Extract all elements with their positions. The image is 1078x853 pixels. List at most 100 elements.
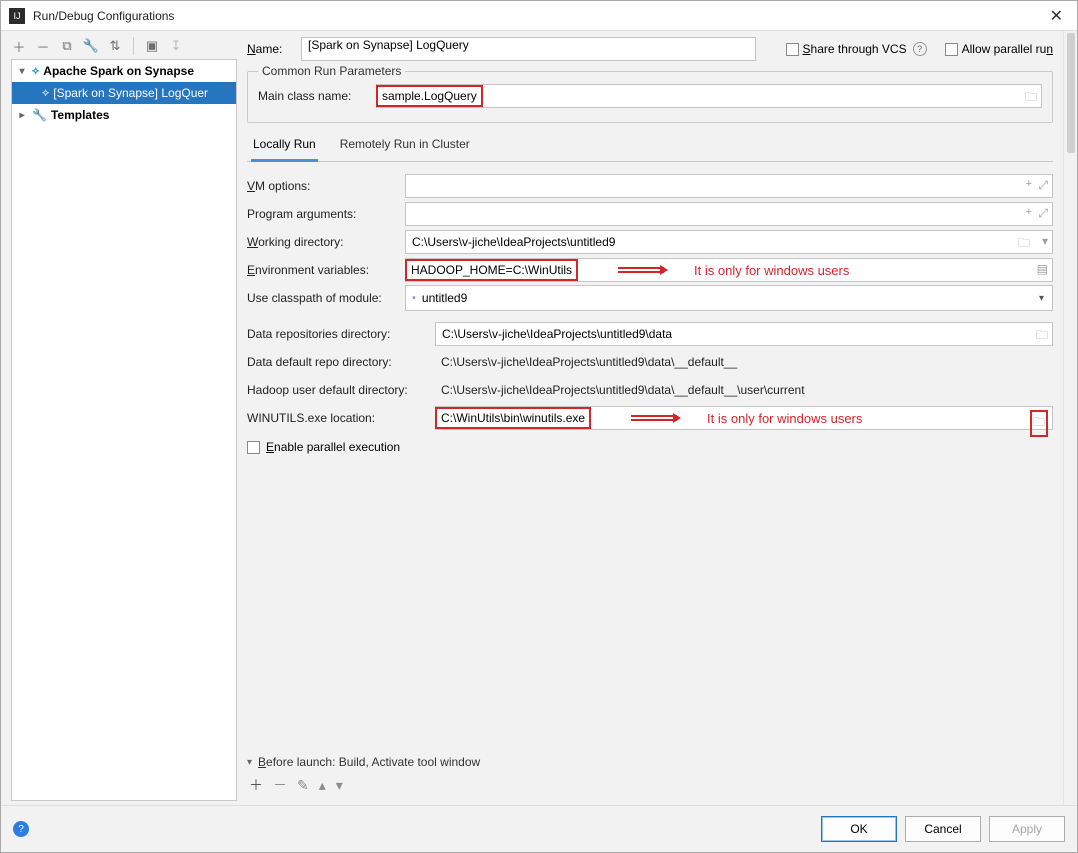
tree-node-spark[interactable]: ▾ ⟡ Apache Spark on Synapse (12, 60, 236, 82)
winutils-value-redbox: C:\WinUtils\bin\winutils.exe (435, 407, 591, 429)
ok-button[interactable]: OK (821, 816, 897, 842)
share-vcs-checkbox[interactable]: Share through VCS ? (786, 42, 927, 56)
close-icon[interactable]: ✕ (1044, 6, 1069, 26)
chevron-down-icon[interactable]: ▾ (247, 757, 252, 768)
browse-folder-icon[interactable]: 🗀 (1025, 88, 1037, 109)
up-down-icon[interactable]: ⇅ (107, 38, 123, 54)
copy-icon[interactable]: ⧉ (59, 38, 75, 54)
checkbox-icon[interactable] (247, 441, 260, 454)
annotation-text: It is only for windows users (694, 263, 849, 278)
annotation-arrow (618, 266, 664, 274)
add-icon[interactable]: ＋ (249, 775, 263, 795)
edit-icon[interactable]: ✎ (297, 777, 309, 794)
chevron-down-icon[interactable]: ▾ (16, 66, 28, 77)
hadoop-user-label: Hadoop user default directory: (247, 383, 427, 397)
spark-icon: ⟡ (42, 87, 49, 100)
use-classpath-select[interactable]: ▪ untitled9 ▾ (405, 285, 1053, 311)
cancel-button[interactable]: Cancel (905, 816, 981, 842)
help-icon[interactable]: ? (913, 42, 927, 56)
enable-parallel-label: Enable parallel execution (266, 440, 400, 454)
program-args-field[interactable]: + ⤢ (405, 202, 1053, 226)
list-icon[interactable]: ▤ (1037, 262, 1048, 276)
chevron-right-icon[interactable]: ▸ (16, 110, 28, 121)
expand-icon[interactable]: ⤢ (1038, 178, 1048, 193)
tree-toolbar: ＋ － ⧉ 🔧 ⇅ ▣ ↧ (1, 31, 241, 59)
apply-button[interactable]: Apply (989, 816, 1065, 842)
data-default-repo-label: Data default repo directory: (247, 355, 427, 369)
chevron-down-icon[interactable]: ▾ (1039, 293, 1044, 304)
titlebar: IJ Run/Debug Configurations ✕ (1, 1, 1077, 31)
dialog-footer: ? OK Cancel Apply (1, 805, 1077, 852)
tree-node-templates[interactable]: ▸ 🔧 Templates (12, 104, 236, 126)
main-class-field[interactable]: sample.LogQuery 🗀 (376, 84, 1042, 108)
name-value: [Spark on Synapse] LogQuery (308, 38, 469, 52)
name-field[interactable]: [Spark on Synapse] LogQuery (301, 37, 756, 61)
before-launch-section[interactable]: ▾ Before launch: Build, Activate tool wi… (247, 755, 1053, 769)
vm-options-field[interactable]: + ⤢ (405, 174, 1053, 198)
chevron-down-icon[interactable]: ▾ (1042, 234, 1048, 248)
before-launch-toolbar: ＋ － ✎ ▴ ▾ (247, 769, 1053, 801)
annotation-text: It is only for windows users (707, 411, 862, 426)
wrench-icon: 🔧 (32, 108, 47, 122)
sort-icon[interactable]: ↧ (168, 38, 184, 54)
share-vcs-label: Share through VCS (803, 42, 907, 56)
spark-icon: ⟡ (32, 65, 39, 78)
main-class-value: sample.LogQuery (382, 89, 477, 103)
tree-node-label: Apache Spark on Synapse (43, 64, 194, 78)
winutils-label: WINUTILS.exe location: (247, 411, 427, 425)
working-dir-field[interactable]: C:\Users\v-jiche\IdeaProjects\untitled9 … (405, 230, 1053, 254)
checkbox-icon[interactable] (945, 43, 958, 56)
checkbox-icon[interactable] (786, 43, 799, 56)
browse-folder-icon[interactable]: 🗀 (1018, 234, 1030, 255)
winutils-field[interactable]: C:\WinUtils\bin\winutils.exe It is only … (435, 406, 1053, 430)
up-icon[interactable]: ▴ (319, 777, 326, 794)
fieldset-legend: Common Run Parameters (258, 64, 405, 78)
tree-item-label: [Spark on Synapse] LogQuer (53, 86, 208, 100)
use-classpath-value: untitled9 (422, 291, 467, 305)
wrench-icon[interactable]: 🔧 (83, 38, 99, 54)
remove-icon[interactable]: － (273, 775, 287, 795)
data-repos-label: Data repositories directory: (247, 327, 427, 341)
help-icon[interactable]: ? (13, 821, 29, 837)
folder-icon[interactable]: ▣ (144, 38, 160, 54)
app-icon: IJ (9, 8, 25, 24)
before-launch-label: Before launch: Build, Activate tool wind… (258, 755, 480, 769)
data-repos-field[interactable]: C:\Users\v-jiche\IdeaProjects\untitled9\… (435, 322, 1053, 346)
env-vars-value-redbox: HADOOP_HOME=C:\WinUtils (405, 259, 578, 281)
window-title: Run/Debug Configurations (33, 9, 1044, 23)
browse-folder-icon[interactable]: 🗀 (1030, 410, 1048, 437)
env-vars-value: HADOOP_HOME=C:\WinUtils (411, 263, 572, 277)
data-default-repo-value: C:\Users\v-jiche\IdeaProjects\untitled9\… (435, 355, 1053, 369)
tab-remotely-run[interactable]: Remotely Run in Cluster (338, 131, 472, 162)
allow-parallel-checkbox[interactable]: Allow parallel run (945, 42, 1053, 56)
add-icon[interactable]: ＋ (11, 38, 27, 54)
config-tree[interactable]: ▾ ⟡ Apache Spark on Synapse ⟡ [Spark on … (11, 59, 237, 801)
program-args-label: Program arguments: (247, 207, 397, 221)
tree-node-label: Templates (51, 108, 109, 122)
winutils-value: C:\WinUtils\bin\winutils.exe (441, 411, 585, 425)
tree-item-logquery[interactable]: ⟡ [Spark on Synapse] LogQuer (12, 82, 236, 104)
run-tabs: Locally Run Remotely Run in Cluster (247, 131, 1053, 162)
vertical-scrollbar[interactable] (1063, 31, 1077, 805)
enable-parallel-checkbox[interactable]: Enable parallel execution (247, 440, 1053, 454)
use-classpath-label: Use classpath of module: (247, 291, 397, 305)
main-class-value-redbox: sample.LogQuery (376, 85, 483, 107)
tab-locally-run[interactable]: Locally Run (251, 131, 318, 162)
env-vars-field[interactable]: HADOOP_HOME=C:\WinUtils It is only for w… (405, 258, 1053, 282)
env-vars-label: Environment variables: (247, 263, 397, 277)
annotation-arrow (631, 414, 677, 422)
working-dir-value: C:\Users\v-jiche\IdeaProjects\untitled9 (412, 235, 615, 249)
plus-icon[interactable]: + (1026, 178, 1032, 190)
plus-icon[interactable]: + (1026, 206, 1032, 218)
data-repos-value: C:\Users\v-jiche\IdeaProjects\untitled9\… (442, 327, 672, 341)
remove-icon[interactable]: － (35, 38, 51, 54)
allow-parallel-label: Allow parallel run (962, 42, 1053, 56)
working-dir-label: Working directory: (247, 235, 397, 249)
browse-folder-icon[interactable]: 🗀 (1036, 326, 1048, 347)
expand-icon[interactable]: ⤢ (1038, 206, 1048, 221)
scroll-thumb[interactable] (1067, 33, 1075, 153)
vm-options-label: VM options: (247, 179, 397, 193)
main-class-label: Main class name: (258, 89, 368, 103)
down-icon[interactable]: ▾ (336, 777, 343, 794)
module-icon: ▪ (412, 292, 416, 304)
